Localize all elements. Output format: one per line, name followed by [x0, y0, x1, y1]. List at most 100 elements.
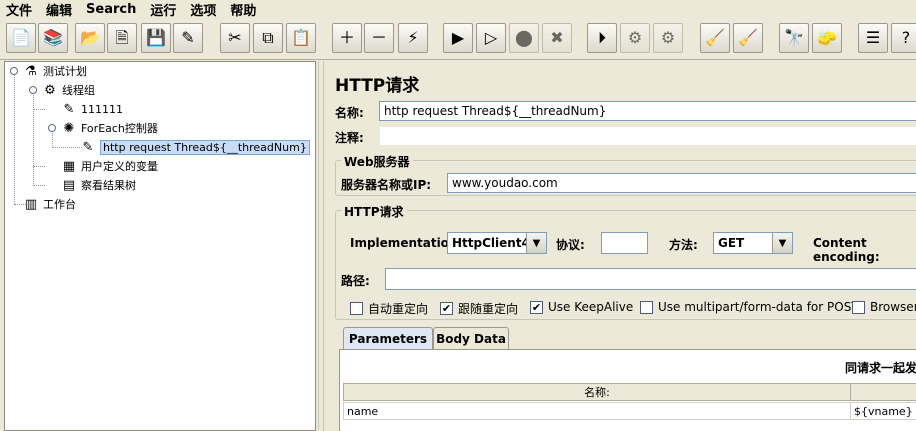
comment-field[interactable]	[379, 126, 916, 146]
protocol-field[interactable]	[601, 232, 648, 254]
tab-parameters[interactable]: Parameters	[343, 327, 433, 349]
remote-start-icon[interactable]: ⏵	[587, 23, 617, 53]
checkbox-checked-icon[interactable]: ✔	[440, 302, 453, 315]
reset-search-icon[interactable]: 🧽	[812, 23, 842, 53]
tree-node-results-tree[interactable]: ▤ 察看结果树	[61, 176, 136, 194]
tree-connector	[33, 92, 34, 184]
server-field[interactable]: www.youdao.com	[447, 173, 916, 193]
collapse-icon[interactable]: －	[364, 23, 394, 53]
name-field[interactable]: http request Thread${__threadNum}	[379, 101, 916, 121]
option-label: Use multipart/form-data for POST	[658, 300, 859, 314]
cut-icon[interactable]: ✂	[220, 23, 250, 53]
parameters-caption: 同请求一起发	[845, 361, 916, 375]
menu-file[interactable]: 文件	[6, 0, 32, 19]
tree-node-icon: ▥	[24, 196, 38, 212]
tree-node-label: 测试计划	[43, 65, 87, 78]
tree-expand-toggle[interactable]	[29, 86, 37, 94]
param-name-cell[interactable]: name	[343, 402, 851, 420]
checkbox-unchecked-icon[interactable]	[640, 300, 653, 314]
tree-node-workbench[interactable]: ▥ 工作台	[23, 195, 76, 213]
option-checkbox[interactable]: 自动重定向	[350, 300, 428, 317]
tree-expand-toggle[interactable]	[10, 67, 18, 75]
tree-node-icon: ✺	[63, 120, 75, 136]
tree-node-label: http request Thread${__threadNum}	[100, 139, 310, 155]
remote-exit-icon[interactable]: ⚙	[653, 23, 683, 53]
method-select[interactable]: GET ▼	[713, 232, 793, 254]
option-checkbox[interactable]: ✔ 跟随重定向	[440, 300, 518, 317]
stop-icon[interactable]: ⬤	[509, 23, 539, 53]
tree-node-label: 工作台	[43, 198, 76, 211]
clear-icon[interactable]: 🧹	[700, 23, 730, 53]
chevron-down-icon[interactable]: ▼	[526, 233, 546, 253]
path-field[interactable]	[385, 268, 916, 290]
shutdown-icon[interactable]: ✖	[542, 23, 572, 53]
menu-search[interactable]: Search	[86, 2, 136, 17]
option-checkbox[interactable]: ✔ Use KeepAlive	[530, 300, 633, 314]
open-icon[interactable]: 📂	[75, 23, 105, 53]
panel-splitter[interactable]	[318, 61, 324, 431]
tree-connector	[52, 130, 53, 146]
column-header-value[interactable]	[850, 383, 916, 401]
tree-node-test-plan[interactable]: ⚗ 测试计划	[23, 62, 87, 80]
save-as-icon[interactable]: ✎	[173, 23, 203, 53]
method-value: GET	[718, 236, 745, 250]
start-icon[interactable]: ▶	[443, 23, 473, 53]
tree-node-foreach-controller[interactable]: ✺ ForEach控制器	[61, 119, 158, 137]
test-plan-tree: ⚗ 测试计划 ⚙ 线程组 ✎ 111111 ✺ ForEach控制器 ✎ http request…	[4, 61, 316, 431]
toolbar: 📄 📚 📂 🗎 💾 ✎ ✂ ⧉ 📋 ＋－ ⚡ ▶ ▷ ⬤ ✖ ⏵ ⚙ ⚙ 🧹 🧹 🔭 🧽 ☰?	[0, 18, 916, 60]
new-icon[interactable]: 📄	[6, 23, 36, 53]
function-helper-icon[interactable]: ☰	[858, 23, 888, 53]
tree-node-icon: ▦	[62, 158, 76, 174]
remote-stop-icon[interactable]: ⚙	[620, 23, 650, 53]
tab-body-data[interactable]: Body Data	[433, 327, 509, 349]
param-value-cell[interactable]: ${vname}	[850, 402, 916, 420]
tree-node-user-variables[interactable]: ▦ 用户定义的变量	[61, 157, 158, 175]
start-no-pause-icon[interactable]: ▷	[476, 23, 506, 53]
web-server-title: Web服务器	[341, 153, 413, 170]
implementation-select[interactable]: HttpClient4 ▼	[447, 232, 547, 254]
templates-icon[interactable]: 📚	[38, 23, 68, 53]
paste-icon[interactable]: 📋	[286, 23, 316, 53]
tree-node-label: 察看结果树	[81, 179, 136, 192]
protocol-label: 协议:	[556, 238, 585, 252]
option-checkbox[interactable]: Use multipart/form-data for POST	[640, 300, 859, 314]
menu-run[interactable]: 运行	[150, 0, 176, 19]
clear-all-icon[interactable]: 🧹	[733, 23, 763, 53]
implementation-value: HttpClient4	[452, 236, 530, 250]
close-file-icon[interactable]: 🗎	[107, 23, 137, 53]
checkbox-unchecked-icon[interactable]	[852, 300, 865, 314]
tree-node-label: ForEach控制器	[81, 122, 158, 135]
menu-bar: 文件 编辑 Search 运行 选项 帮助	[0, 0, 916, 19]
tree-node-thread-group[interactable]: ⚙ 线程组	[42, 81, 95, 99]
chevron-down-icon[interactable]: ▼	[772, 233, 792, 253]
checkbox-checked-icon[interactable]: ✔	[530, 300, 543, 314]
menu-help[interactable]: 帮助	[230, 0, 256, 19]
server-label: 服务器名称或IP:	[341, 178, 432, 192]
tree-node-label: 线程组	[62, 84, 95, 97]
tree-connector	[33, 109, 45, 110]
path-label: 路径:	[341, 274, 370, 288]
menu-edit[interactable]: 编辑	[46, 0, 72, 19]
search-icon[interactable]: 🔭	[779, 23, 809, 53]
checkbox-unchecked-icon[interactable]	[350, 302, 363, 315]
help-icon[interactable]: ?	[891, 23, 916, 53]
tree-connector	[33, 166, 45, 167]
save-icon[interactable]: 💾	[141, 23, 171, 53]
tree-node-http-request[interactable]: ✎ http request Thread${__threadNum}	[80, 138, 310, 156]
option-checkbox[interactable]: Browser-	[852, 300, 916, 314]
tree-node-label: 用户定义的变量	[81, 160, 158, 173]
column-header-name[interactable]: 名称:	[343, 383, 851, 401]
method-label: 方法:	[669, 238, 698, 252]
toggle-icon[interactable]: ⚡	[398, 23, 428, 53]
tree-node-icon: ▤	[62, 177, 76, 193]
implementation-label: Implementation:	[350, 236, 463, 250]
page-title: HTTP请求	[335, 76, 420, 96]
menu-options[interactable]: 选项	[190, 0, 216, 19]
tree-node-icon: ✎	[82, 139, 94, 155]
expand-icon[interactable]: ＋	[332, 23, 362, 53]
http-request-panel: HTTP请求 名称: http request Thread${__thread…	[325, 61, 916, 431]
option-label: Use KeepAlive	[548, 300, 634, 314]
tree-expand-toggle[interactable]	[48, 124, 56, 132]
tree-node-sampler-111111[interactable]: ✎ 111111	[61, 100, 123, 118]
copy-icon[interactable]: ⧉	[253, 23, 283, 53]
